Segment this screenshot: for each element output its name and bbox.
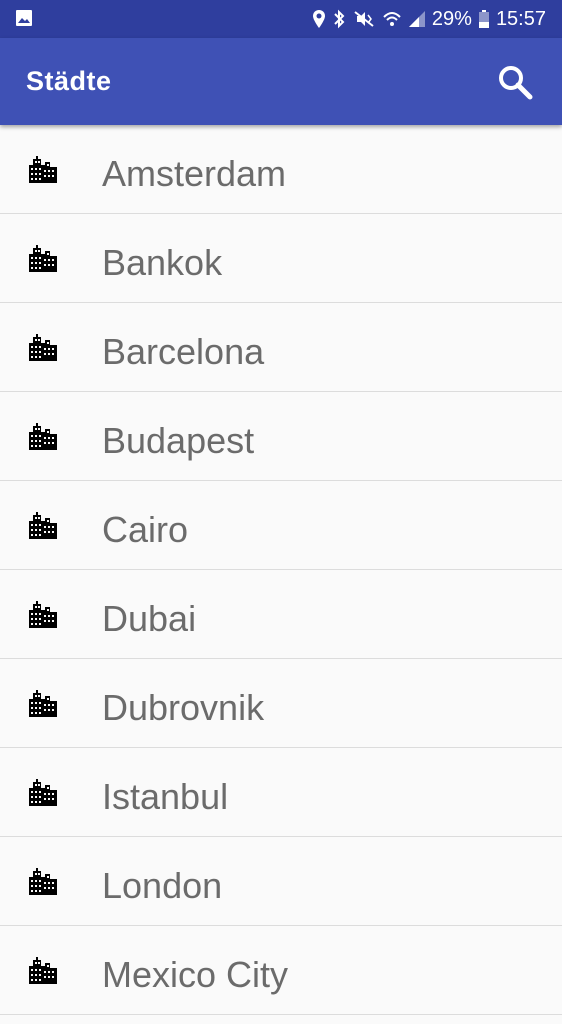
city-name: Amsterdam bbox=[102, 153, 287, 194]
city-list: Amsterdam Bankok Barcelona Budapest Cair… bbox=[0, 125, 562, 1015]
city-name: Istanbul bbox=[102, 776, 229, 817]
list-item[interactable]: Dubrovnik bbox=[0, 659, 562, 748]
app-bar: Städte bbox=[0, 38, 562, 125]
city-name: Barcelona bbox=[102, 331, 265, 372]
city-name: London bbox=[102, 865, 223, 906]
city-icon bbox=[29, 423, 57, 450]
city-icon bbox=[29, 156, 57, 183]
search-icon[interactable] bbox=[496, 63, 534, 101]
list-item[interactable]: Bankok bbox=[0, 214, 562, 303]
list-item[interactable]: Cairo bbox=[0, 481, 562, 570]
clock: 15:57 bbox=[495, 7, 546, 30]
city-name: Bankok bbox=[102, 242, 223, 283]
list-item[interactable]: Istanbul bbox=[0, 748, 562, 837]
list-item[interactable]: Mexico City bbox=[0, 926, 562, 1015]
location-icon bbox=[312, 10, 325, 28]
mute-icon bbox=[354, 11, 374, 27]
city-icon bbox=[29, 245, 57, 272]
gallery-notification-icon bbox=[16, 10, 32, 26]
list-item[interactable]: Amsterdam bbox=[0, 125, 562, 214]
city-name: Mexico City bbox=[102, 954, 289, 995]
page-title: Städte bbox=[26, 66, 112, 96]
city-icon bbox=[29, 334, 57, 361]
city-icon bbox=[29, 512, 57, 539]
city-icon bbox=[29, 601, 57, 628]
list-item[interactable]: London bbox=[0, 837, 562, 926]
list-item[interactable]: Budapest bbox=[0, 392, 562, 481]
battery-icon bbox=[478, 10, 489, 28]
list-item[interactable]: Barcelona bbox=[0, 303, 562, 392]
city-name: Budapest bbox=[102, 420, 255, 461]
city-icon bbox=[29, 779, 57, 806]
bluetooth-icon bbox=[334, 9, 345, 29]
city-name: Cairo bbox=[102, 509, 189, 550]
battery-percent: 29% bbox=[431, 7, 472, 30]
city-icon bbox=[29, 957, 57, 984]
city-icon bbox=[29, 868, 57, 895]
city-name: Dubai bbox=[102, 598, 197, 639]
status-bar: 29% 15:57 bbox=[0, 0, 562, 38]
signal-icon bbox=[408, 11, 425, 27]
city-name: Dubrovnik bbox=[102, 687, 265, 728]
list-item[interactable]: Dubai bbox=[0, 570, 562, 659]
wifi-icon bbox=[383, 12, 401, 26]
city-icon bbox=[29, 690, 57, 717]
